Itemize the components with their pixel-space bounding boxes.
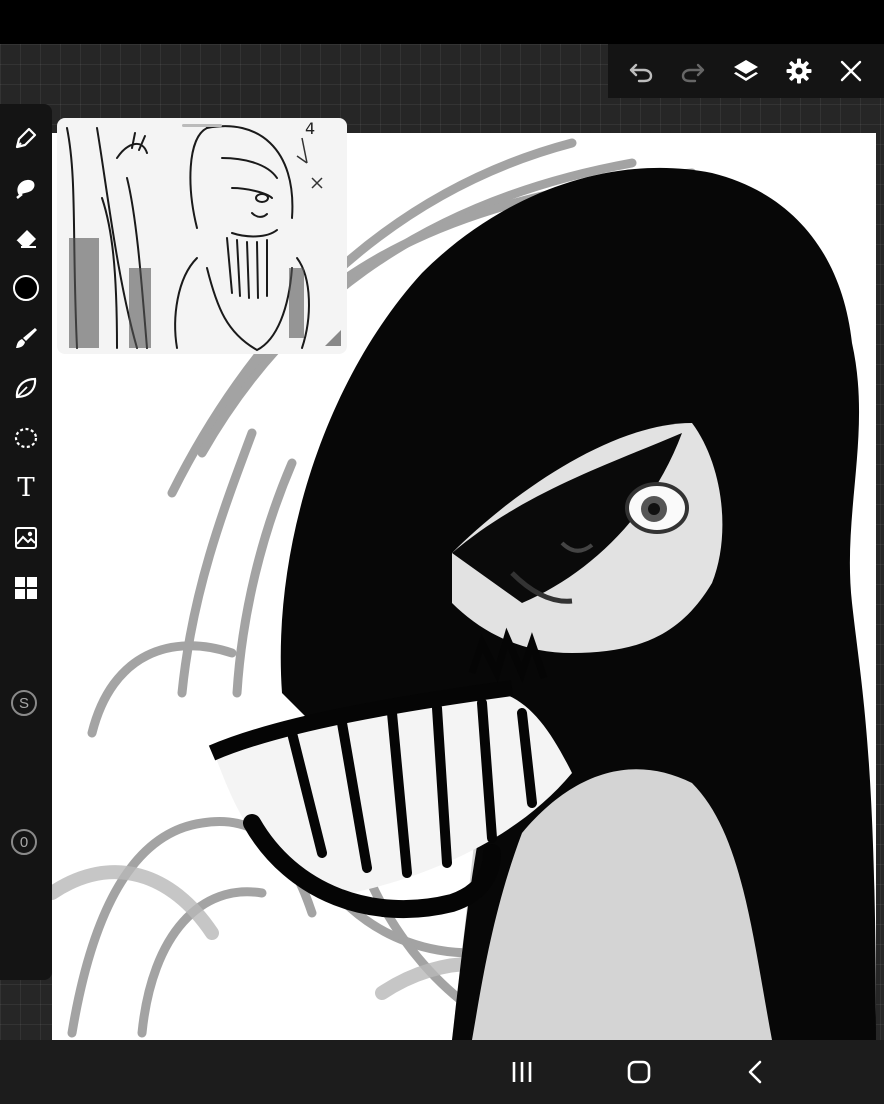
home-icon <box>627 1060 651 1084</box>
brush-tool[interactable] <box>4 316 48 360</box>
recents-button[interactable] <box>500 1050 544 1094</box>
eraser-tool[interactable] <box>4 216 48 260</box>
brush-icon <box>16 328 37 348</box>
redo-icon <box>682 63 705 83</box>
grid-tool[interactable] <box>4 566 48 610</box>
shape-tool[interactable] <box>4 366 48 410</box>
layers-icon <box>733 60 758 81</box>
reference-resize-handle[interactable] <box>325 330 341 346</box>
layers-button[interactable] <box>726 51 766 91</box>
reference-window[interactable]: 4 <box>57 118 347 354</box>
image-tool[interactable] <box>4 516 48 560</box>
opacity-label: 0 <box>19 833 29 851</box>
reference-handwritten-number: 4 <box>305 119 315 138</box>
smudge-tool[interactable] <box>4 166 48 210</box>
close-button[interactable] <box>831 51 871 91</box>
opacity-button[interactable]: 0 <box>11 829 37 855</box>
pupil <box>648 503 660 515</box>
status-bar <box>0 0 884 44</box>
brush-size-button[interactable]: S <box>11 690 37 716</box>
reference-drag-handle[interactable] <box>182 124 222 127</box>
home-button[interactable] <box>617 1050 661 1094</box>
eraser-icon <box>15 230 36 248</box>
grid-icon <box>15 577 37 599</box>
top-toolbar <box>608 44 884 98</box>
text-tool[interactable]: T <box>4 466 48 510</box>
undo-icon <box>629 63 652 83</box>
recents-icon <box>512 1062 532 1082</box>
system-nav-bar <box>0 1040 884 1104</box>
undo-button[interactable] <box>621 51 661 91</box>
close-icon <box>841 60 862 82</box>
back-icon <box>748 1060 762 1084</box>
color-picker[interactable] <box>4 266 48 310</box>
pen-tool[interactable] <box>4 116 48 160</box>
color-swatch <box>13 275 39 301</box>
pen-icon <box>15 127 37 149</box>
gear-icon <box>786 58 812 84</box>
image-icon <box>15 527 37 549</box>
left-toolbar: T S 0 <box>0 104 52 980</box>
lasso-icon <box>14 427 38 449</box>
text-icon: T <box>17 473 35 503</box>
lasso-tool[interactable] <box>4 416 48 460</box>
back-button[interactable] <box>734 1050 778 1094</box>
settings-button[interactable] <box>779 51 819 91</box>
redo-button[interactable] <box>673 51 713 91</box>
smudge-icon <box>16 179 35 199</box>
shape-icon <box>15 377 37 399</box>
brush-size-label: S <box>18 694 29 712</box>
reference-image: 4 <box>66 119 341 352</box>
